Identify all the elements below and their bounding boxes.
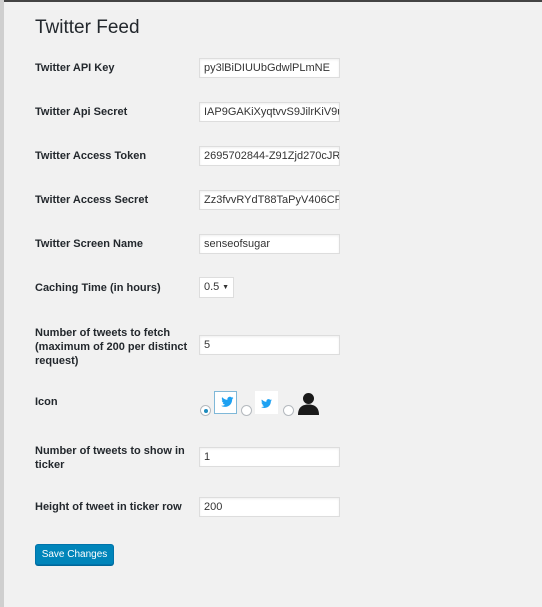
icon-radio-2[interactable] [241, 405, 252, 416]
api-key-label: Twitter API Key [35, 62, 115, 74]
access-token-label: Twitter Access Token [35, 150, 147, 162]
screen-name-label: Twitter Screen Name [35, 238, 144, 250]
tweets-to-fetch-label: Number of tweets to fetch (maximum of 20… [35, 327, 188, 367]
caching-time-label: Caching Time (in hours) [35, 282, 161, 294]
save-changes-button[interactable]: Save Changes [35, 544, 114, 565]
person-silhouette-icon [297, 391, 320, 415]
icon-radio-1[interactable] [200, 405, 211, 416]
left-edge [0, 0, 4, 607]
twitter-bird-small-icon [255, 391, 278, 414]
access-token-value: 2695702844-Z91Zjd270cJR8 [204, 150, 340, 162]
page-title: Twitter Feed [35, 17, 140, 38]
icon-label: Icon [35, 396, 58, 408]
chevron-down-icon: ▼ [222, 284, 229, 291]
access-token-input[interactable]: 2695702844-Z91Zjd270cJR8 [199, 146, 340, 166]
tweets-to-show-label: Number of tweets to show in ticker [35, 445, 185, 471]
api-secret-value: IAP9GAKiXyqtvvS9JilrKiV9uS [204, 106, 340, 118]
twitter-bird-boxed-icon [214, 391, 237, 414]
tweets-to-show-value: 1 [204, 451, 211, 463]
tweets-to-show-input[interactable]: 1 [199, 447, 340, 467]
access-secret-label: Twitter Access Secret [35, 194, 149, 206]
row-height-input[interactable]: 200 [199, 497, 340, 517]
screen-name-input[interactable]: senseofsugar [199, 234, 340, 254]
screen-name-value: senseofsugar [204, 238, 271, 250]
access-secret-input[interactable]: Zz3fvvRYdT88TaPyV406CFfi [199, 190, 340, 210]
api-secret-label: Twitter Api Secret [35, 106, 128, 118]
api-secret-input[interactable]: IAP9GAKiXyqtvvS9JilrKiV9uS [199, 102, 340, 122]
api-key-input[interactable]: py3lBiDIUUbGdwlPLmNE [199, 58, 340, 78]
icon-radio-3[interactable] [283, 405, 294, 416]
caching-time-select[interactable]: 0.5 ▼ [199, 277, 234, 298]
api-key-value: py3lBiDIUUbGdwlPLmNE [204, 62, 330, 74]
caching-time-value: 0.5 [204, 281, 220, 293]
top-edge [0, 0, 542, 2]
access-secret-value: Zz3fvvRYdT88TaPyV406CFfi [204, 194, 340, 206]
tweets-to-fetch-value: 5 [204, 339, 211, 351]
tweets-to-fetch-input[interactable]: 5 [199, 335, 340, 355]
row-height-value: 200 [204, 501, 223, 513]
row-height-label: Height of tweet in ticker row [35, 501, 182, 513]
